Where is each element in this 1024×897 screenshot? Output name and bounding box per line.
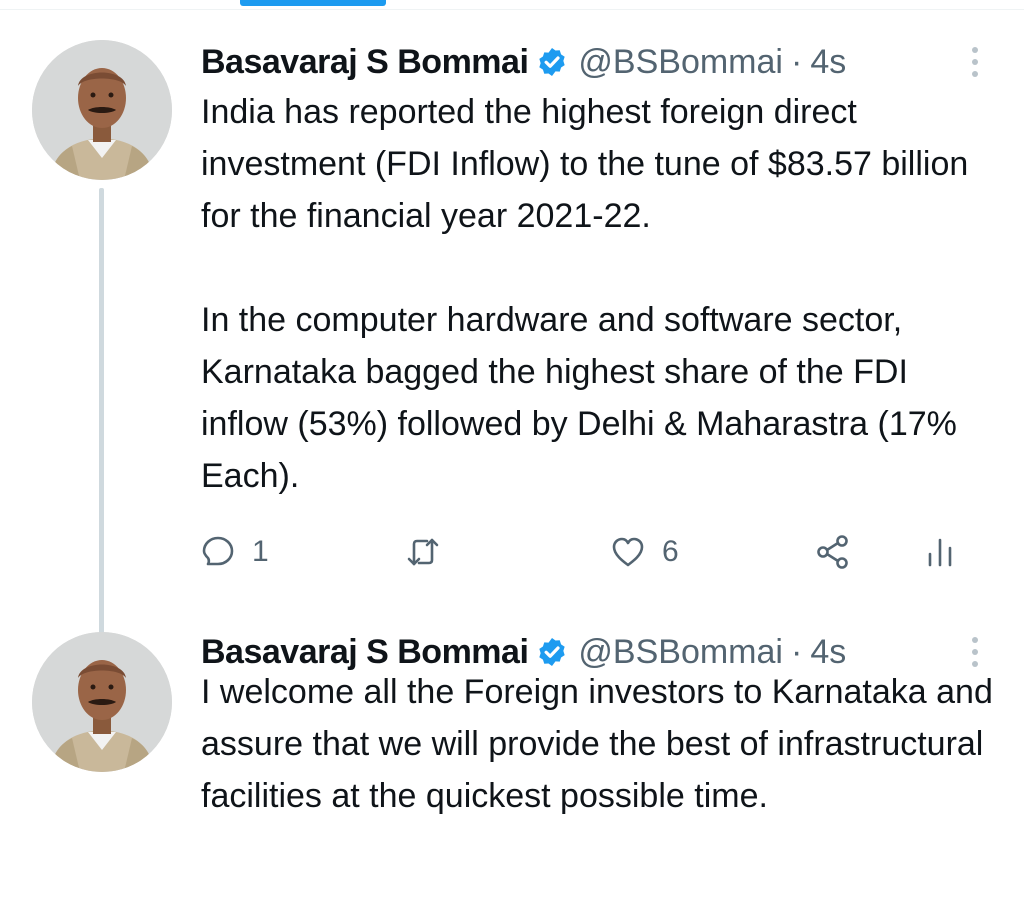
tweet-text: India has reported the highest foreign d… — [201, 93, 969, 495]
active-tab-indicator — [240, 0, 386, 6]
avatar[interactable] — [32, 632, 172, 772]
share-icon — [817, 535, 848, 569]
retweet-icon — [407, 538, 439, 566]
like-button[interactable]: 6 — [610, 524, 679, 580]
avatar-image — [32, 40, 172, 180]
tweet-text: I welcome all the Foreign investors to K… — [201, 673, 1003, 815]
analytics-icon — [928, 538, 952, 567]
author-name[interactable]: Basavaraj S Bommai — [201, 43, 529, 82]
separator-dot: · — [790, 42, 803, 81]
retweet-button[interactable] — [405, 524, 457, 580]
tweet-actions: 1 6 — [200, 524, 980, 580]
verified-badge-icon — [539, 638, 566, 666]
reply-icon — [202, 536, 234, 566]
avatar-image — [32, 632, 172, 772]
thread-connector-line — [99, 188, 104, 650]
reply-count: 1 — [252, 535, 269, 568]
analytics-button[interactable] — [922, 524, 958, 580]
avatar[interactable] — [32, 40, 172, 180]
tweet-1[interactable]: Basavaraj S Bommai @BSBommai · 4s India … — [0, 30, 1024, 650]
heart-icon — [612, 537, 644, 567]
author-handle[interactable]: @BSBommai — [578, 43, 783, 82]
share-button[interactable] — [815, 524, 851, 580]
like-count: 6 — [662, 535, 679, 568]
tweet-header: Basavaraj S Bommai @BSBommai · 4s — [201, 40, 846, 84]
reply-button[interactable]: 1 — [200, 524, 269, 580]
tweet-2[interactable]: Basavaraj S Bommai @BSBommai · 4s I welc… — [0, 620, 1024, 897]
more-options-icon[interactable] — [960, 40, 990, 84]
top-divider — [0, 9, 1024, 10]
timestamp[interactable]: 4s — [810, 43, 846, 82]
verified-badge-icon — [539, 48, 566, 76]
